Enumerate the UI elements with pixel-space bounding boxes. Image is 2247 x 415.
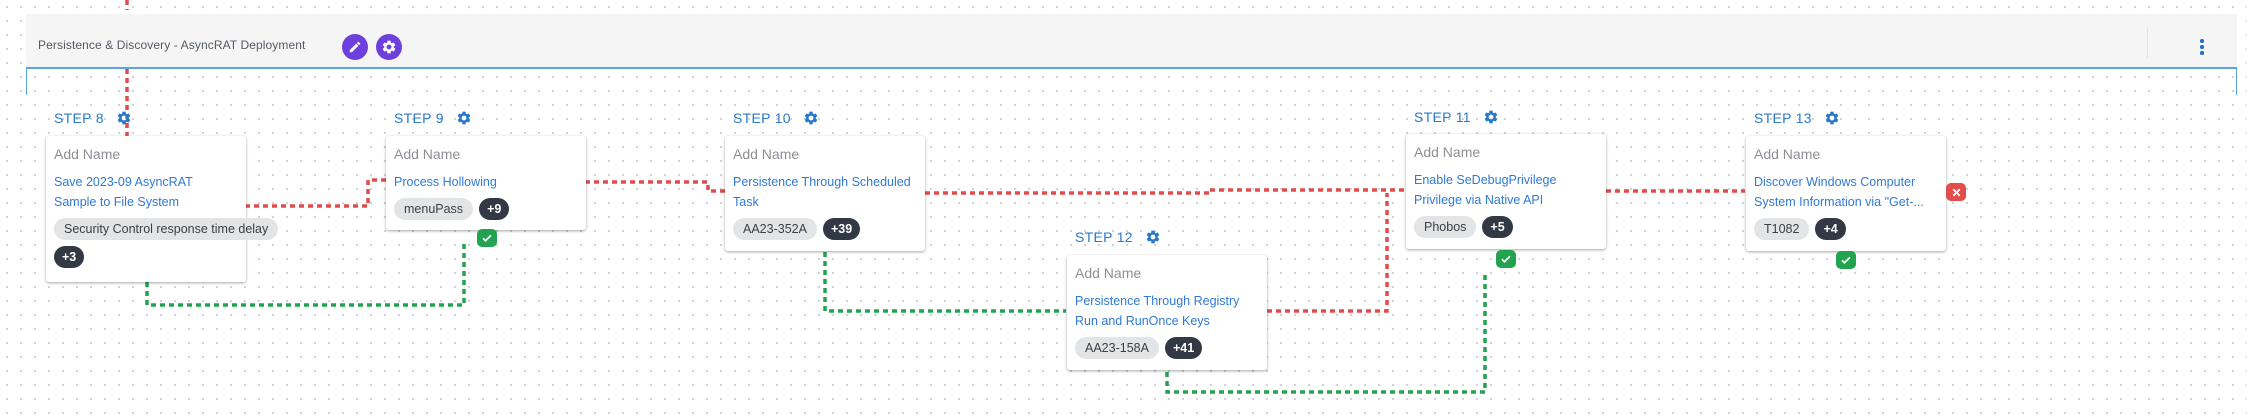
- failure-path-10-11: [925, 188, 1405, 195]
- group-header: Persistence & Discovery - AsyncRAT Deplo…: [26, 14, 2237, 69]
- check-icon: [1841, 256, 1851, 264]
- pencil-icon: [349, 41, 361, 53]
- step-label-text: STEP 8: [54, 110, 104, 126]
- gear-icon[interactable]: [803, 110, 819, 126]
- group-bracket-left: [26, 69, 27, 95]
- step-10-card[interactable]: Add Name Persistence Through Scheduled T…: [725, 136, 925, 251]
- step-9-label[interactable]: STEP 9: [394, 110, 472, 126]
- step-label-text: STEP 13: [1754, 110, 1812, 126]
- gear-icon[interactable]: [1145, 229, 1161, 245]
- tag-chip[interactable]: T1082: [1754, 218, 1810, 240]
- step-label-text: STEP 11: [1414, 109, 1471, 125]
- gear-icon[interactable]: [116, 110, 132, 126]
- step-8-card[interactable]: Add Name Save 2023-09 AsyncRAT Sample to…: [46, 136, 279, 282]
- step-9-card[interactable]: Add Name Process Hollowing menuPass +9: [386, 136, 586, 230]
- gear-icon[interactable]: [456, 110, 472, 126]
- step-11-label[interactable]: STEP 11: [1414, 109, 1499, 125]
- group-title: Persistence & Discovery - AsyncRAT Deplo…: [38, 38, 306, 52]
- step-12-card[interactable]: Add Name Persistence Through Registry Ru…: [1067, 255, 1267, 370]
- step-title-link[interactable]: Persistence Through Registry Run and Run…: [1075, 291, 1259, 331]
- gear-icon: [382, 40, 396, 54]
- tag-chip[interactable]: menuPass: [394, 198, 474, 220]
- failure-path-8-9: [245, 178, 389, 208]
- step-name-input[interactable]: Add Name: [733, 146, 917, 162]
- step-name-input[interactable]: Add Name: [1075, 265, 1259, 281]
- group-bracket-right: [2236, 69, 2237, 95]
- step-13-card[interactable]: Add Name Discover Windows Computer Syste…: [1746, 136, 1946, 251]
- step-8-label[interactable]: STEP 8: [54, 110, 132, 126]
- more-tags-chip[interactable]: +9: [479, 198, 510, 220]
- group-settings-button[interactable]: [376, 34, 402, 60]
- more-vert-icon[interactable]: [2196, 36, 2208, 58]
- step-title-link[interactable]: Discover Windows Computer System Informa…: [1754, 172, 1938, 212]
- step-label-text: STEP 10: [733, 110, 791, 126]
- gear-icon[interactable]: [1483, 109, 1499, 125]
- success-status-badge: [477, 229, 497, 247]
- more-tags-chip[interactable]: +4: [1815, 218, 1846, 240]
- step-name-input[interactable]: Add Name: [1414, 144, 1598, 160]
- step-title-link[interactable]: Save 2023-09 AsyncRAT Sample to File Sys…: [54, 172, 238, 212]
- step-title-link[interactable]: Process Hollowing: [394, 172, 578, 192]
- check-icon: [482, 234, 492, 242]
- step-label-text: STEP 12: [1075, 229, 1133, 245]
- success-status-badge: [1836, 251, 1856, 269]
- more-tags-chip[interactable]: +5: [1482, 216, 1513, 238]
- header-divider: [2147, 28, 2148, 58]
- step-10-label[interactable]: STEP 10: [733, 110, 819, 126]
- success-path-10-12: [823, 252, 1066, 313]
- step-name-input[interactable]: Add Name: [1754, 146, 1938, 162]
- step-title-link[interactable]: Enable SeDebugPrivilege Privilege via Na…: [1414, 170, 1598, 210]
- step-name-input[interactable]: Add Name: [394, 146, 578, 162]
- tag-chip[interactable]: AA23-158A: [1075, 337, 1159, 359]
- failure-path-12-11: [1267, 193, 1389, 313]
- step-name-input[interactable]: Add Name: [54, 146, 238, 162]
- tag-chip[interactable]: AA23-352A: [733, 218, 817, 240]
- gear-icon[interactable]: [1824, 110, 1840, 126]
- tag-chip[interactable]: Phobos: [1414, 216, 1477, 238]
- more-tags-chip[interactable]: +39: [822, 218, 861, 240]
- success-status-badge: [1496, 250, 1516, 268]
- step-title-link[interactable]: Persistence Through Scheduled Task: [733, 172, 917, 212]
- step-13-label[interactable]: STEP 13: [1754, 110, 1840, 126]
- edit-button[interactable]: [342, 34, 368, 60]
- check-icon: [1501, 255, 1511, 263]
- tag-chip[interactable]: Security Control response time delay: [54, 218, 279, 240]
- failure-path-9-10: [585, 180, 725, 193]
- more-tags-chip[interactable]: +41: [1164, 337, 1203, 359]
- more-tags-chip[interactable]: +3: [54, 246, 85, 268]
- step-11-card[interactable]: Add Name Enable SeDebugPrivilege Privile…: [1406, 134, 1606, 249]
- step-12-label[interactable]: STEP 12: [1075, 229, 1161, 245]
- failure-end-badge: [1946, 183, 1966, 201]
- close-icon: [1952, 188, 1960, 196]
- step-label-text: STEP 9: [394, 110, 444, 126]
